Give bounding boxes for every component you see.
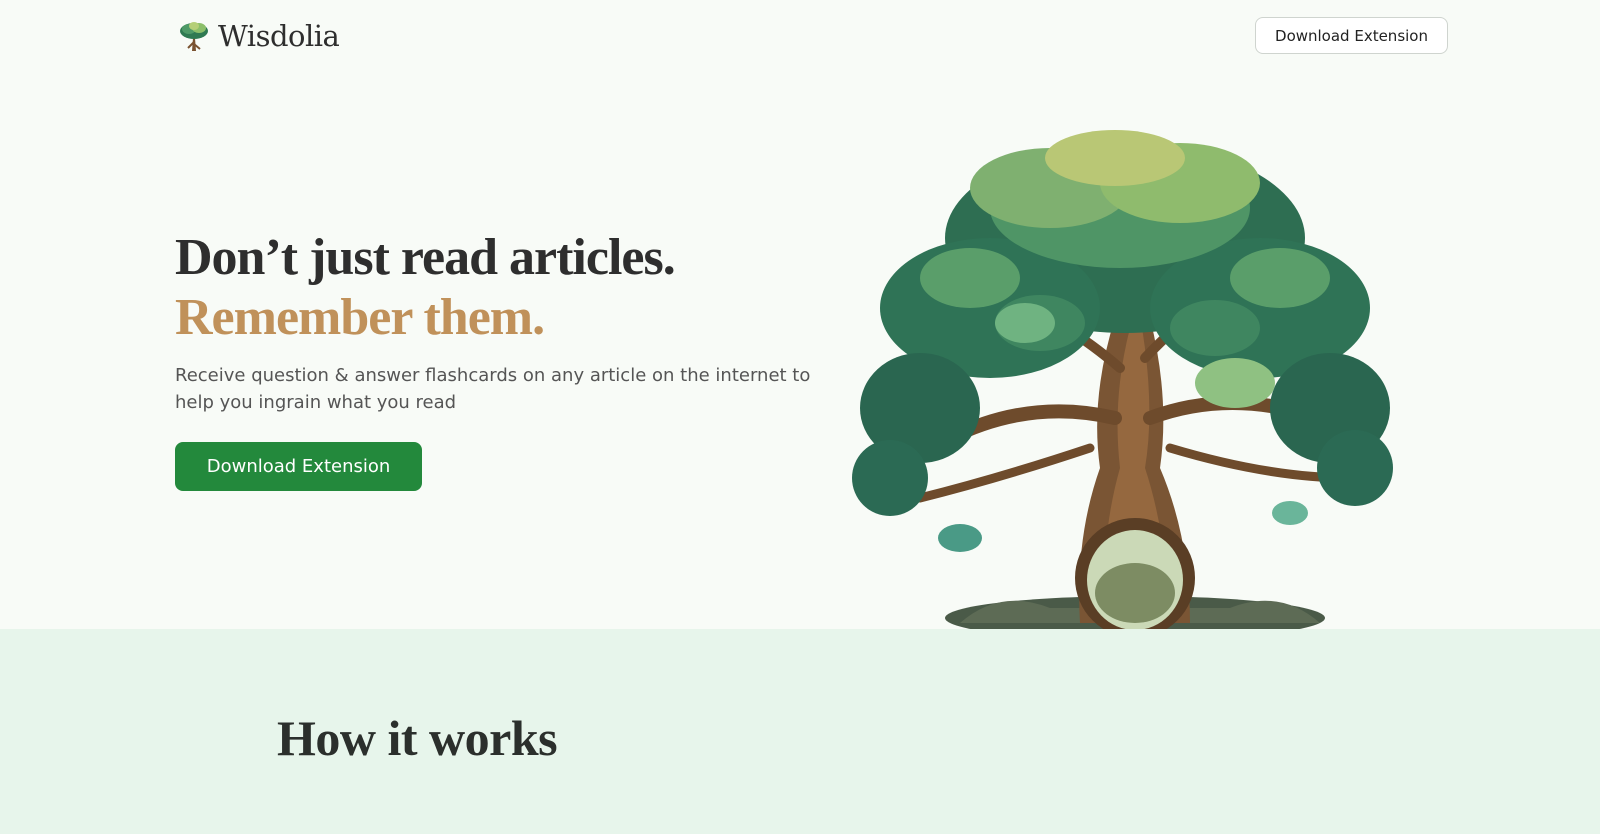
brand-name: Wisdolia: [218, 19, 340, 53]
brand-logo[interactable]: Wisdolia: [178, 16, 340, 56]
site-header: Wisdolia Download Extension: [0, 0, 1600, 72]
how-it-works-title: How it works: [277, 710, 558, 766]
header-download-extension-button[interactable]: Download Extension: [1255, 17, 1448, 54]
hero-title-line-1: Don’t just read articles.: [175, 229, 676, 286]
hero-download-extension-button[interactable]: Download Extension: [175, 442, 422, 491]
tree-icon: [180, 22, 208, 51]
hero-title-line-2: Remember them.: [175, 289, 545, 346]
hero-title: Don’t just read articles. Remember them.: [175, 228, 676, 348]
hero-subtitle: Receive question & answer flashcards on …: [175, 365, 811, 413]
tree-illustration: [852, 130, 1393, 629]
how-it-works-section: How it works: [0, 629, 1600, 834]
